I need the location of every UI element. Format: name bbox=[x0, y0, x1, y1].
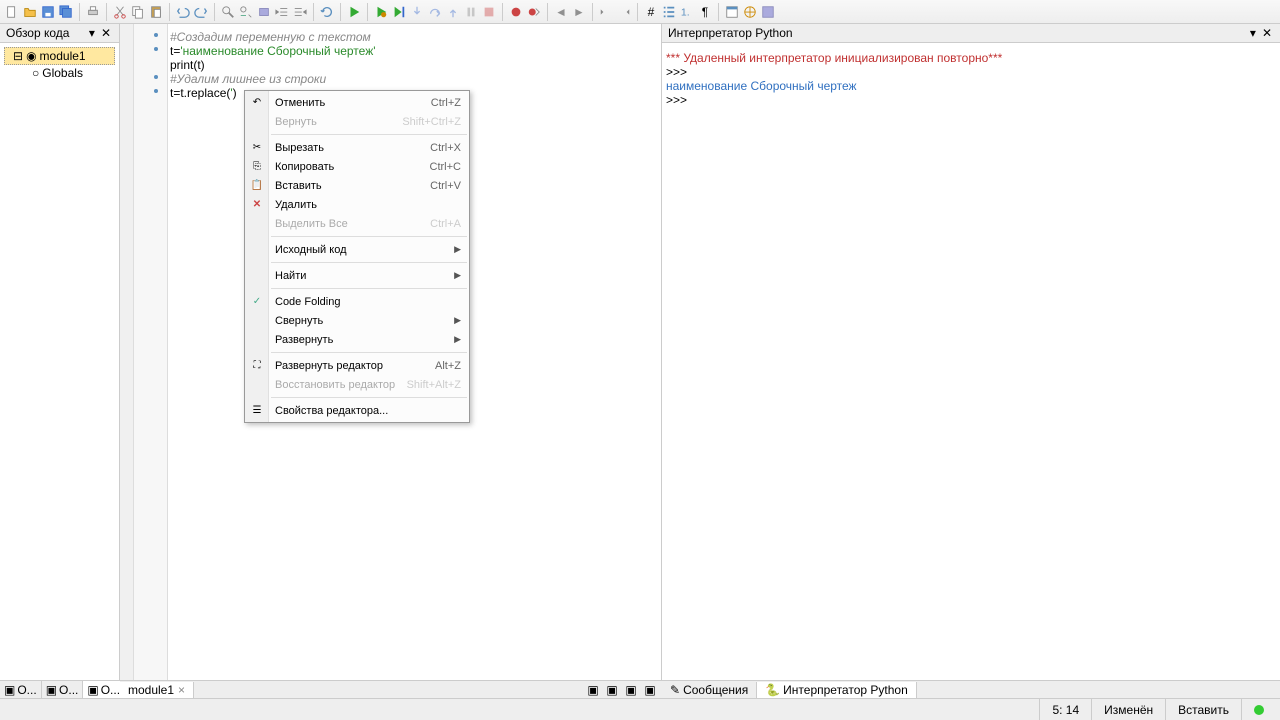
find-icon[interactable] bbox=[220, 4, 236, 20]
code-line: print(t) bbox=[168, 58, 661, 72]
status-position: 5: 14 bbox=[1039, 699, 1091, 720]
status-bar: 5: 14 Изменён Вставить bbox=[0, 698, 1280, 720]
pause-icon[interactable] bbox=[463, 4, 479, 20]
comment-icon[interactable]: # bbox=[643, 4, 659, 20]
dec-indent-icon[interactable] bbox=[598, 4, 614, 20]
step-out-icon[interactable] bbox=[445, 4, 461, 20]
explorer-tabs: ▣О... ▣О... ▣О... bbox=[0, 680, 120, 698]
undo-icon[interactable] bbox=[175, 4, 191, 20]
editor-tabs: module1 × ▣ ▣ ▣ ▣ bbox=[120, 680, 662, 698]
svg-text:1.: 1. bbox=[681, 6, 690, 18]
interpreter-output[interactable]: *** Удаленный интерпретатор инициализиро… bbox=[662, 43, 1280, 680]
ctx-cut[interactable]: ✂ВырезатьCtrl+X bbox=[245, 138, 469, 157]
bookmark-icon[interactable] bbox=[256, 4, 272, 20]
ctx-redo: ВернутьShift+Ctrl+Z bbox=[245, 112, 469, 131]
interpreter-panel: Интерпретатор Python ▾ ✕ *** Удаленный и… bbox=[662, 24, 1280, 680]
tree-child[interactable]: ○ Globals bbox=[4, 65, 115, 81]
minus-icon: ⊟ bbox=[13, 49, 23, 63]
panel-close-icon[interactable]: ✕ bbox=[1260, 26, 1274, 40]
new-file-icon[interactable] bbox=[4, 4, 20, 20]
settings-icon[interactable] bbox=[760, 4, 776, 20]
print-icon[interactable] bbox=[85, 4, 101, 20]
panel-title: Обзор кода bbox=[6, 26, 69, 40]
replace-icon[interactable] bbox=[238, 4, 254, 20]
step-over-icon[interactable] bbox=[427, 4, 443, 20]
ctx-copy[interactable]: ⎘КопироватьCtrl+C bbox=[245, 157, 469, 176]
copy-icon[interactable] bbox=[130, 4, 146, 20]
explorer-tab[interactable]: ▣О... bbox=[42, 681, 84, 698]
panel-dropdown-icon[interactable]: ▾ bbox=[87, 26, 97, 40]
cut-icon[interactable] bbox=[112, 4, 128, 20]
ctx-collapse[interactable]: Свернуть▶ bbox=[245, 311, 469, 330]
explorer-tab[interactable]: ▣О... bbox=[83, 681, 125, 698]
ctx-expand[interactable]: Развернуть▶ bbox=[245, 330, 469, 349]
tab-messages[interactable]: ✎Сообщения bbox=[662, 682, 757, 698]
status-insert: Вставить bbox=[1165, 699, 1241, 720]
ed-btn-3[interactable]: ▣ bbox=[623, 682, 639, 698]
interpreter-title: Интерпретатор Python bbox=[668, 26, 793, 40]
panel-close-icon[interactable]: ✕ bbox=[99, 26, 113, 40]
ed-btn-1[interactable]: ▣ bbox=[585, 682, 601, 698]
window-icon[interactable] bbox=[724, 4, 740, 20]
redo-icon[interactable] bbox=[193, 4, 209, 20]
indent-icon[interactable] bbox=[292, 4, 308, 20]
tree-root[interactable]: ⊟ ◉ module1 bbox=[4, 47, 115, 65]
status-modified: Изменён bbox=[1091, 699, 1165, 720]
code-line: t='наименование Сборочный чертеж' bbox=[168, 44, 661, 58]
nav-fwd-icon[interactable]: ► bbox=[571, 4, 587, 20]
debug-icon[interactable] bbox=[373, 4, 389, 20]
fold-gutter bbox=[120, 24, 134, 680]
ctx-source-code[interactable]: Исходный код▶ bbox=[245, 240, 469, 259]
ctx-restore-editor: Восстановить редакторShift+Alt+Z bbox=[245, 375, 469, 394]
tab-interpreter[interactable]: 🐍Интерпретатор Python bbox=[757, 682, 917, 698]
clear-breakpoints-icon[interactable] bbox=[526, 4, 542, 20]
code-line: #Удалим лишнее из строки bbox=[168, 72, 661, 86]
editor-tab[interactable]: module1 × bbox=[120, 682, 194, 698]
step-into-icon[interactable] bbox=[409, 4, 425, 20]
ctx-delete[interactable]: ✕Удалить bbox=[245, 195, 469, 214]
ctx-undo[interactable]: ↶ОтменитьCtrl+Z bbox=[245, 93, 469, 112]
explorer-tab[interactable]: ▣О... bbox=[0, 681, 42, 698]
save-all-icon[interactable] bbox=[58, 4, 74, 20]
code-explorer-panel: Обзор кода ▾ ✕ ⊟ ◉ module1 ○ Globals bbox=[0, 24, 120, 680]
nav-icon[interactable] bbox=[742, 4, 758, 20]
marker-gutter bbox=[134, 24, 168, 680]
editor-context-menu: ↶ОтменитьCtrl+Z ВернутьShift+Ctrl+Z ✂Выр… bbox=[244, 90, 470, 423]
close-tab-icon[interactable]: × bbox=[178, 683, 185, 697]
globals-icon: ○ bbox=[32, 66, 39, 80]
interpreter-tabs: ✎Сообщения 🐍Интерпретатор Python bbox=[662, 680, 1280, 698]
module-icon: ◉ bbox=[26, 49, 36, 63]
ctx-paste[interactable]: 📋ВставитьCtrl+V bbox=[245, 176, 469, 195]
stop-icon[interactable] bbox=[481, 4, 497, 20]
save-icon[interactable] bbox=[40, 4, 56, 20]
open-icon[interactable] bbox=[22, 4, 38, 20]
code-line: #Создадим переменную с текстом bbox=[168, 30, 661, 44]
run-icon[interactable] bbox=[346, 4, 362, 20]
ed-btn-2[interactable]: ▣ bbox=[604, 682, 620, 698]
panel-dropdown-icon[interactable]: ▾ bbox=[1248, 26, 1258, 40]
numbers-icon[interactable]: 1. bbox=[679, 4, 695, 20]
list-icon[interactable] bbox=[661, 4, 677, 20]
ctx-find[interactable]: Найти▶ bbox=[245, 266, 469, 285]
breakpoint-icon[interactable] bbox=[508, 4, 524, 20]
run-to-cursor-icon[interactable] bbox=[391, 4, 407, 20]
refresh-icon[interactable] bbox=[319, 4, 335, 20]
nav-back-icon[interactable]: ◄ bbox=[553, 4, 569, 20]
ctx-expand-editor[interactable]: ⛶Развернуть редакторAlt+Z bbox=[245, 356, 469, 375]
paste-icon[interactable] bbox=[148, 4, 164, 20]
ctx-code-folding[interactable]: ✓Code Folding bbox=[245, 292, 469, 311]
ctx-editor-props[interactable]: ☰Свойства редактора... bbox=[245, 401, 469, 420]
inc-indent-icon[interactable] bbox=[616, 4, 632, 20]
panel-header: Обзор кода ▾ ✕ bbox=[0, 24, 119, 43]
status-led bbox=[1241, 699, 1280, 720]
pilcrow-icon[interactable]: ¶ bbox=[697, 4, 713, 20]
ctx-select-all[interactable]: Выделить ВсеCtrl+A bbox=[245, 214, 469, 233]
ed-btn-4[interactable]: ▣ bbox=[642, 682, 658, 698]
main-toolbar: ◄ ► # 1. ¶ bbox=[0, 0, 1280, 24]
outdent-icon[interactable] bbox=[274, 4, 290, 20]
